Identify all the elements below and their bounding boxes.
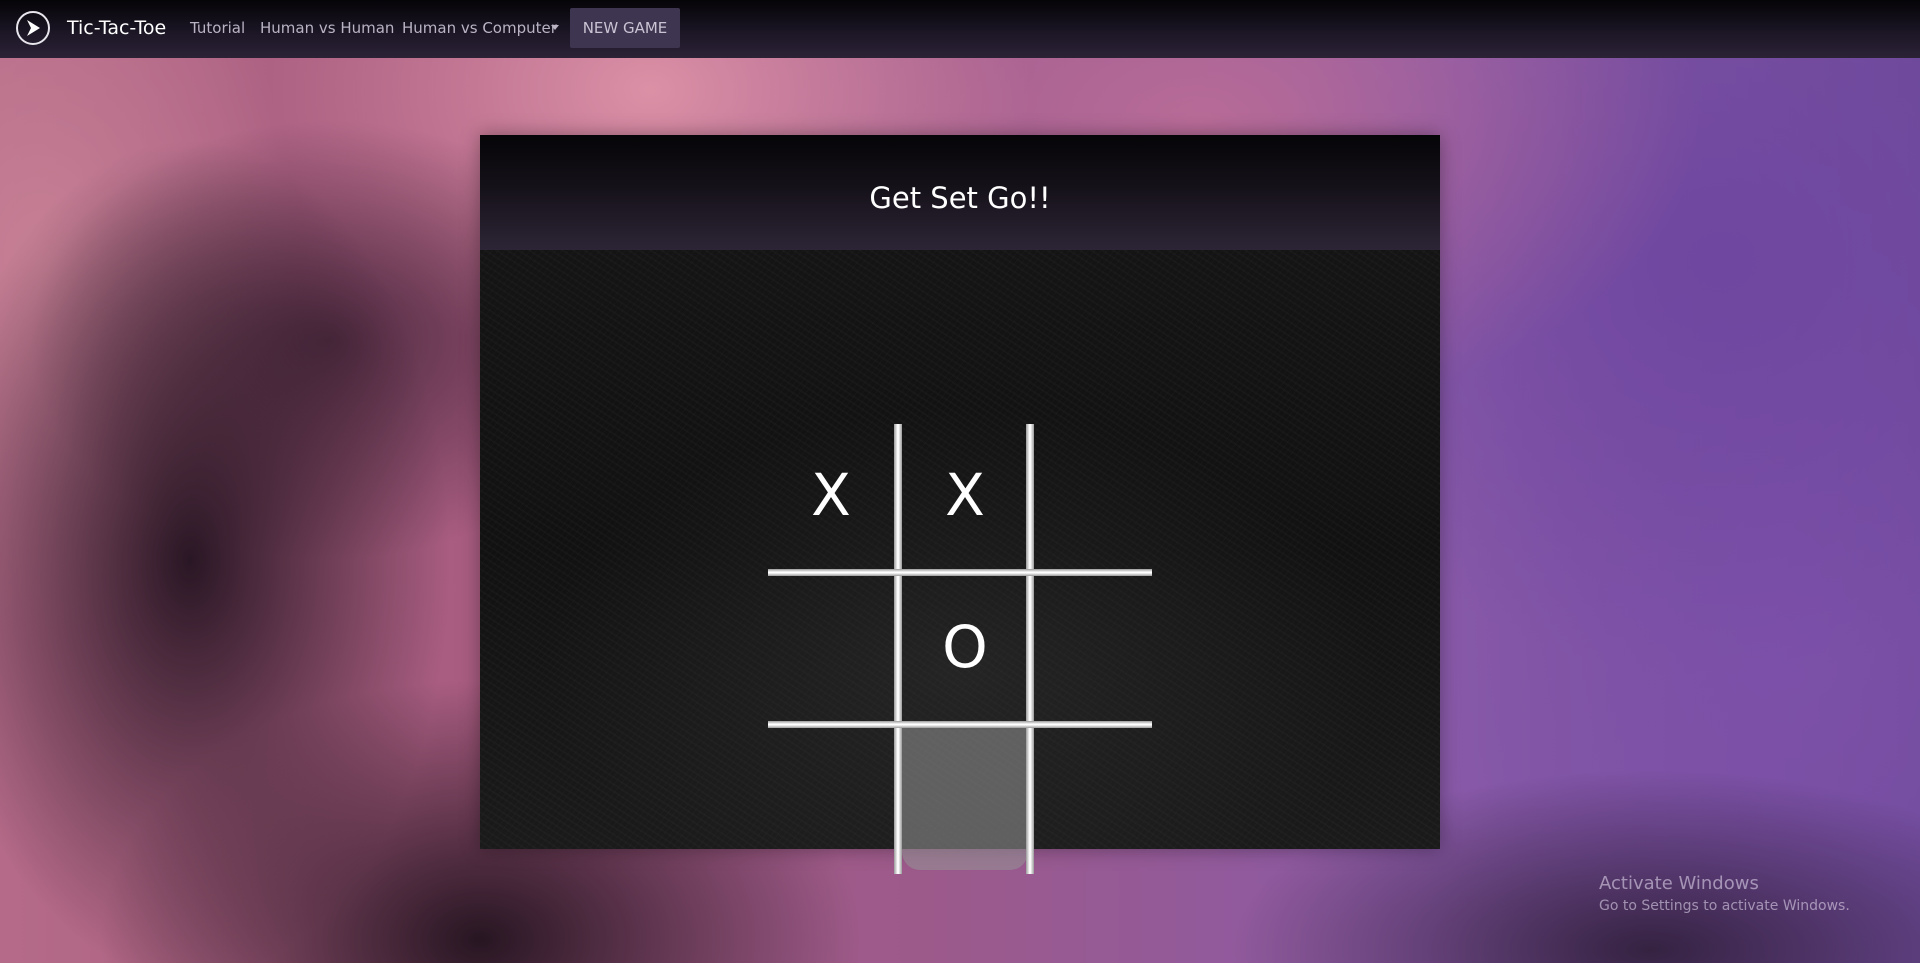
card-header: Get Set Go!! [480,135,1440,250]
board-vertical-line-left [894,424,902,874]
board-cell-r2c3[interactable] [1030,576,1156,718]
game-status-title: Get Set Go!! [869,181,1051,215]
board-cell-r2c1[interactable] [768,576,894,718]
nav-human-vs-computer-dropdown[interactable]: Human vs Computer [402,18,557,38]
activate-windows-watermark-title: Activate Windows [1599,873,1759,894]
board-horizontal-line-top [768,569,1152,576]
board-vertical-line-right [1026,424,1034,874]
navbar: Tic-Tac-Toe Tutorial Human vs Human Huma… [0,0,1920,58]
board-cell-r2c2[interactable]: O [902,576,1028,718]
board-cell-r1c3[interactable] [1030,424,1156,566]
board-cell-r1c2[interactable]: X [902,424,1028,566]
board-cell-r3c1[interactable] [768,728,894,870]
activate-windows-watermark-subtitle: Go to Settings to activate Windows. [1599,898,1850,914]
board-cell-r1c1[interactable]: X [768,424,894,566]
brand-title[interactable]: Tic-Tac-Toe [67,16,166,40]
game-board-area: X X O [480,250,1440,874]
nav-tutorial-link[interactable]: Tutorial [190,18,245,38]
chevron-down-icon[interactable] [551,25,559,30]
new-game-button[interactable]: NEW GAME [570,8,680,48]
game-card: Get Set Go!! X X O [480,135,1440,874]
tic-tac-toe-board: X X O [768,424,1152,874]
brand-logo-icon[interactable] [16,11,50,45]
board-cell-r3c3[interactable] [1030,728,1156,870]
board-cell-r3c2[interactable] [902,728,1028,870]
board-horizontal-line-bottom [768,721,1152,728]
nav-human-vs-human-link[interactable]: Human vs Human [260,18,394,38]
